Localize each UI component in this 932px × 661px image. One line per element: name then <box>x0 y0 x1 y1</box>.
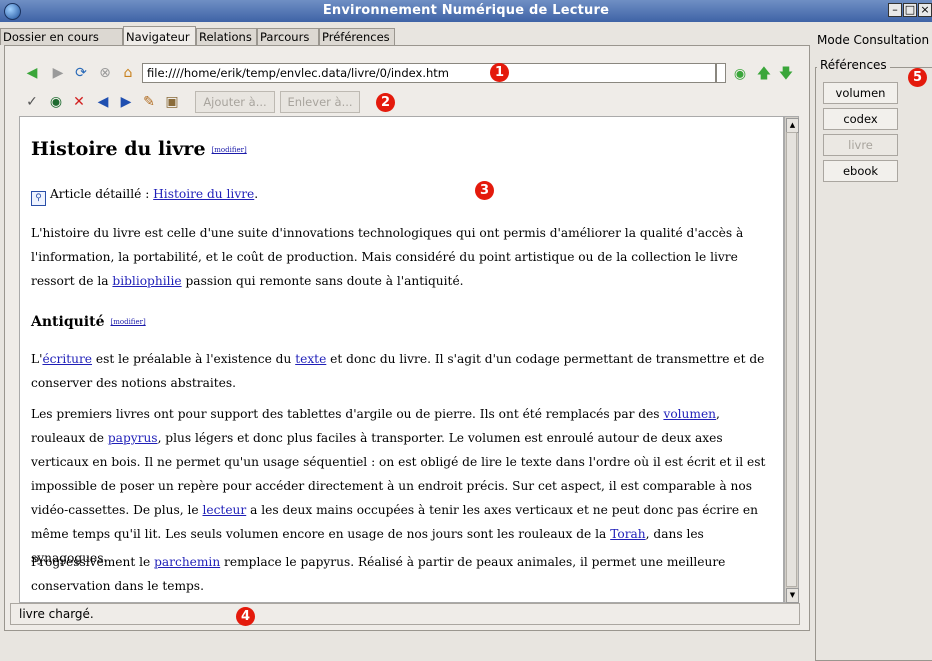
link-ecriture[interactable]: écriture <box>42 352 92 366</box>
page-title: Histoire du livre [modifier] <box>31 137 247 162</box>
add-to-button[interactable]: Ajouter à... <box>195 91 275 113</box>
ref-livre-button[interactable]: livre <box>823 134 898 156</box>
window-title: Environnement Numérique de Lecture <box>322 3 610 18</box>
forward-arrow-icon[interactable]: ▶ <box>50 65 66 81</box>
p4-a: Progressivement le <box>31 555 155 569</box>
article-link[interactable]: Histoire du livre <box>153 187 254 201</box>
magnifier-icon: ⚲ <box>31 191 46 206</box>
search-globe-icon[interactable]: ◉ <box>48 94 64 110</box>
stop-icon[interactable]: ⊗ <box>97 65 113 81</box>
page-title-text: Histoire du livre <box>31 138 206 160</box>
down-arrow-icon[interactable]: 🡇 <box>778 66 794 82</box>
status-bar: livre chargé. <box>10 603 800 625</box>
p2-b: est le préalable à l'existence du <box>92 352 296 366</box>
ref-volumen-button[interactable]: volumen <box>823 82 898 104</box>
marker-3: 3 <box>475 181 494 200</box>
minimize-icon[interactable]: – <box>888 3 902 17</box>
link-torah[interactable]: Torah <box>610 527 645 541</box>
properties-icon[interactable]: ▣ <box>164 94 180 110</box>
delete-icon[interactable]: ✕ <box>71 94 87 110</box>
ref-ebook-button[interactable]: ebook <box>823 160 898 182</box>
tab-navigateur[interactable]: Navigateur <box>123 26 196 46</box>
article-prefix: Article détaillé : <box>50 187 154 201</box>
modifier-link[interactable]: [modifier] <box>212 146 247 154</box>
bookmark-icon[interactable]: ✓ <box>24 94 40 110</box>
scroll-thumb[interactable] <box>786 132 797 587</box>
references-label: Références <box>817 58 890 72</box>
section-heading-text: Antiquité <box>31 314 105 330</box>
article-suffix: . <box>254 187 259 201</box>
close-icon[interactable]: × <box>918 3 932 17</box>
marker-1: 1 <box>490 63 509 82</box>
link-parchemin[interactable]: parchemin <box>154 555 220 569</box>
edit-icon[interactable]: ✎ <box>141 94 157 110</box>
right-panel: Mode Consultation Références volumen cod… <box>812 30 932 661</box>
url-input[interactable]: file:////home/erik/temp/envlec.data/livr… <box>142 63 716 83</box>
link-lecteur[interactable]: lecteur <box>202 503 246 517</box>
scroll-up-icon[interactable]: ▲ <box>786 118 799 133</box>
marker-5: 5 <box>908 68 927 87</box>
modifier-link-2[interactable]: [modifier] <box>111 318 146 326</box>
mode-title: Mode Consultation <box>817 33 930 47</box>
document-view: Histoire du livre [modifier] ⚲ Article dét… <box>19 116 784 603</box>
p2-a: L' <box>31 352 43 366</box>
link-papyrus[interactable]: papyrus <box>108 431 158 445</box>
marker-2: 2 <box>376 93 395 112</box>
references-group <box>815 67 932 661</box>
next-icon[interactable]: ▶ <box>118 94 134 110</box>
remove-from-button[interactable]: Enlever à... <box>280 91 360 113</box>
title-bar: Environnement Numérique de Lecture – □ × <box>0 0 932 22</box>
tab-dossier[interactable]: Dossier en cours <box>0 28 123 45</box>
maximize-icon[interactable]: □ <box>903 3 917 17</box>
vertical-scrollbar[interactable]: ▲ ▼ <box>784 116 799 603</box>
link-volumen[interactable]: volumen <box>663 407 716 421</box>
back-arrow-icon[interactable]: ◀ <box>24 65 40 81</box>
ref-codex-button[interactable]: codex <box>823 108 898 130</box>
prev-icon[interactable]: ◀ <box>95 94 111 110</box>
reload-icon[interactable]: ⟳ <box>73 65 89 81</box>
section-heading: Antiquité [modifier] <box>31 310 146 334</box>
tab-preferences[interactable]: Préférences <box>319 28 395 45</box>
paragraph-1: L'histoire du livre est celle d'une suit… <box>31 221 771 293</box>
marker-4: 4 <box>236 607 255 626</box>
paragraph-3: Les premiers livres ont pour support des… <box>31 402 771 570</box>
p1-end: passion qui remonte sans doute à l'antiq… <box>181 274 464 288</box>
tab-parcours[interactable]: Parcours <box>257 28 319 45</box>
go-icon[interactable]: ◉ <box>732 66 748 82</box>
p3-a: Les premiers livres ont pour support des… <box>31 407 664 421</box>
home-icon[interactable]: ⌂ <box>120 65 136 81</box>
paragraph-4: Progressivement le parchemin remplace le… <box>31 550 771 598</box>
article-detail: ⚲ Article détaillé : Histoire du livre. <box>31 182 771 206</box>
link-texte[interactable]: texte <box>295 352 326 366</box>
paragraph-2: L'écriture est le préalable à l'existenc… <box>31 347 771 395</box>
link-bibliophilie[interactable]: bibliophilie <box>112 274 181 288</box>
up-arrow-icon[interactable]: 🡅 <box>756 66 772 82</box>
url-dropdown[interactable] <box>716 63 726 83</box>
tab-relations[interactable]: Relations <box>196 28 257 45</box>
scroll-down-icon[interactable]: ▼ <box>786 588 799 603</box>
